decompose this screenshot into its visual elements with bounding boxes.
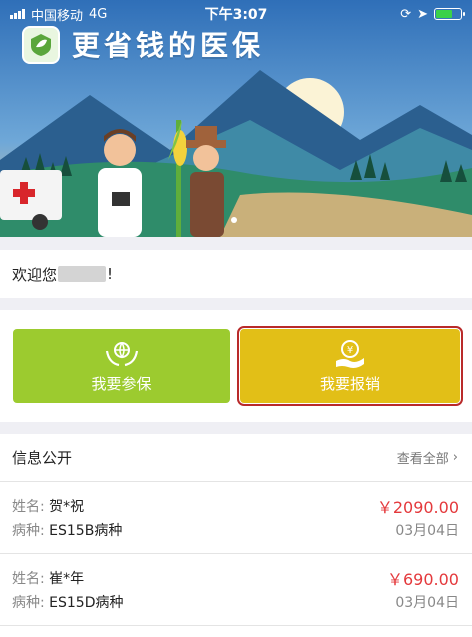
list-item[interactable]: 姓名: 崔*年 ￥690.00 病种: ES15D病种 03月04日	[0, 554, 472, 626]
svg-text:¥: ¥	[347, 345, 353, 356]
public-info-section: 信息公开 查看全部 › 姓名: 贺*祝 ￥2090.00 病种: ES15B病种…	[0, 434, 472, 637]
view-all-label: 查看全部	[396, 452, 449, 467]
list-item[interactable]: 姓名: 贺*祝 ￥2090.00 病种: ES15B病种 03月04日	[0, 482, 472, 554]
welcome-suffix: !	[107, 265, 114, 283]
section-header: 信息公开 查看全部 ›	[0, 434, 472, 482]
hero-banner[interactable]: 更省钱的医保	[0, 0, 472, 237]
welcome-prefix: 欢迎您	[12, 265, 58, 284]
disease-label: 病种:	[12, 595, 45, 611]
claim-reimbursement-label: 我要报销	[319, 374, 380, 393]
chevron-right-icon: ›	[452, 450, 458, 465]
disease-label: 病种:	[12, 523, 45, 539]
masked-username	[58, 266, 107, 282]
patient-name: 贺*祝	[49, 499, 85, 515]
name-label: 姓名:	[12, 571, 45, 587]
yuan-hand-icon: ¥	[336, 339, 364, 368]
leaf-shield-icon	[31, 34, 51, 56]
name-label: 姓名:	[12, 499, 45, 515]
globe-hands-icon	[105, 341, 138, 366]
app-logo	[22, 26, 60, 64]
rotation-lock-icon: ⟳	[400, 6, 412, 22]
carrier-name: 中国移动	[31, 8, 84, 24]
battery-icon	[434, 8, 465, 20]
reimbursement-amount: ￥2090.00	[376, 498, 459, 517]
action-panel: 我要参保 ¥ 我要报销	[0, 310, 472, 422]
network-type: 4G	[89, 6, 108, 22]
claim-reimbursement-button[interactable]: ¥ 我要报销	[237, 326, 463, 406]
signal-icon	[10, 9, 25, 19]
join-insurance-label: 我要参保	[91, 374, 152, 393]
disease-name: ES15D病种	[49, 595, 124, 611]
section-title: 信息公开	[12, 449, 73, 467]
view-all-link[interactable]: 查看全部 ›	[397, 448, 458, 467]
welcome-bar: 欢迎您 !	[0, 250, 472, 298]
banner-title: 更省钱的医保	[72, 29, 265, 62]
status-bar: 中国移动 4G 下午3:07 ⟳ ➤	[0, 0, 472, 28]
join-insurance-button[interactable]: 我要参保	[13, 329, 230, 403]
record-date: 03月04日	[395, 523, 459, 539]
patient-name: 崔*年	[49, 571, 85, 587]
record-date: 03月04日	[395, 595, 459, 611]
location-icon: ➤	[417, 6, 428, 22]
disease-name: ES15B病种	[49, 523, 123, 539]
reimbursement-amount: ￥690.00	[387, 570, 459, 589]
